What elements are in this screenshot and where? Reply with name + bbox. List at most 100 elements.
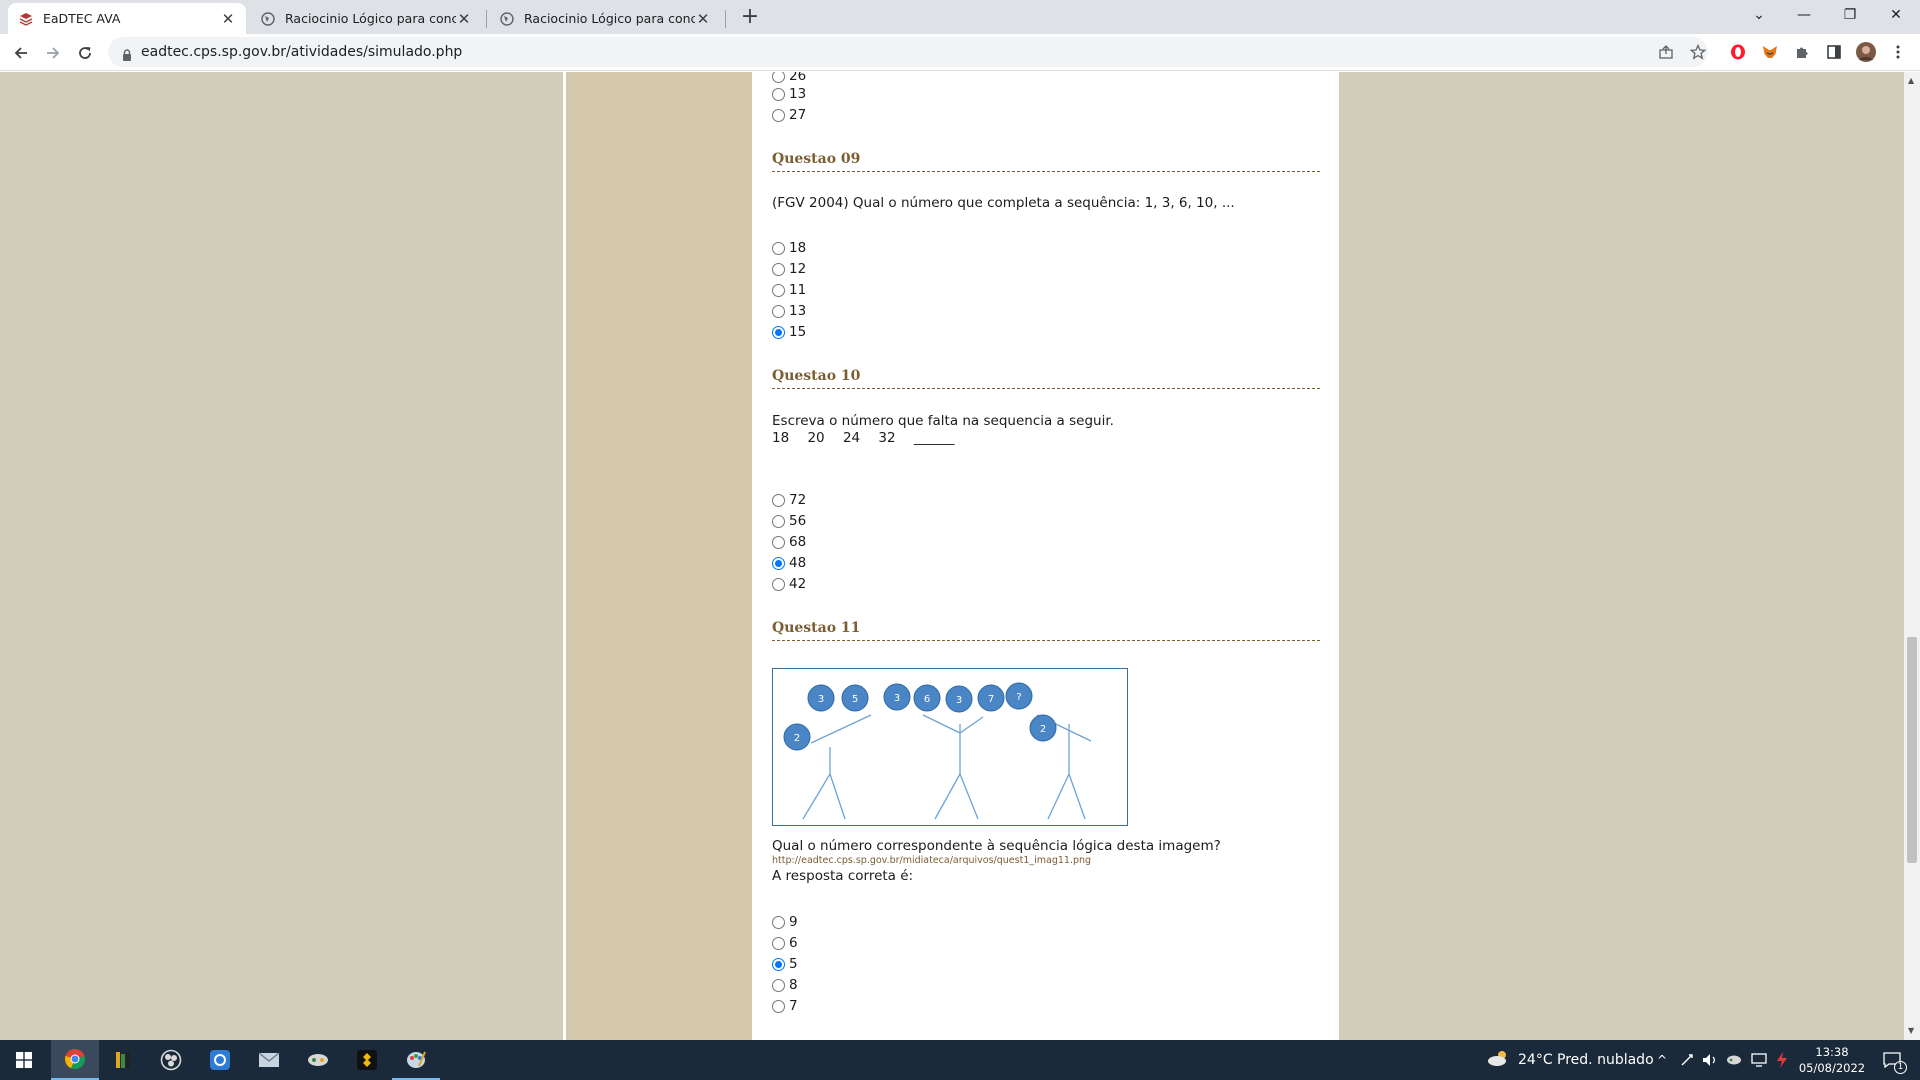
- image-link[interactable]: http://eadtec.cps.sp.gov.br/midiateca/ar…: [772, 855, 1091, 866]
- scroll-up-arrow-icon[interactable]: ▲: [1908, 76, 1914, 85]
- figure-circle: 2: [1029, 714, 1057, 742]
- mail-app-icon[interactable]: [245, 1040, 293, 1080]
- paint-app-icon[interactable]: [392, 1040, 440, 1080]
- radio-button[interactable]: [772, 304, 785, 318]
- close-window-icon[interactable]: ✕: [1873, 0, 1919, 30]
- option-row[interactable]: 8: [772, 976, 798, 994]
- option-row[interactable]: 68: [772, 533, 806, 551]
- radio-button[interactable]: [772, 999, 785, 1013]
- question-header: Questao 10: [772, 368, 1320, 389]
- tab-title: EaDTEC AVA: [43, 11, 121, 26]
- option-row[interactable]: 11: [772, 281, 806, 299]
- answer-prompt: A resposta correta é:: [772, 868, 914, 884]
- radio-button[interactable]: [772, 978, 785, 992]
- back-arrow-icon[interactable]: [7, 39, 35, 67]
- close-tab-icon[interactable]: ✕: [456, 10, 472, 28]
- share-icon[interactable]: [1656, 42, 1676, 62]
- radio-button[interactable]: [772, 936, 785, 950]
- figure-circle: 5: [841, 684, 869, 712]
- figure-circle: 3: [883, 683, 911, 711]
- radio-button[interactable]: [772, 577, 785, 591]
- tab-raciocinio-1[interactable]: Raciocinio Lógico para concursos ✕: [250, 3, 482, 34]
- menu-kebab-icon[interactable]: [1888, 42, 1908, 62]
- option-row[interactable]: 27: [772, 106, 806, 124]
- display-tray-icon[interactable]: [1751, 1040, 1767, 1080]
- option-row[interactable]: 48: [772, 554, 806, 572]
- option-row[interactable]: 5: [772, 955, 798, 973]
- side-panel-icon[interactable]: [1824, 42, 1844, 62]
- bookmark-star-icon[interactable]: [1688, 42, 1708, 62]
- question-text: (FGV 2004) Qual o número que completa a …: [772, 195, 1235, 211]
- radio-button[interactable]: [772, 241, 785, 255]
- option-label: 9: [789, 914, 798, 930]
- option-row[interactable]: 13: [772, 85, 806, 103]
- radio-button-selected[interactable]: [772, 325, 785, 339]
- radio-button-selected[interactable]: [772, 957, 785, 971]
- radio-button[interactable]: [772, 915, 785, 929]
- option-row[interactable]: 56: [772, 512, 806, 530]
- option-row[interactable]: 18: [772, 239, 806, 257]
- option-label: 12: [789, 261, 807, 277]
- weather-widget[interactable]: 24°C Pred. nublado: [1486, 1040, 1654, 1080]
- option-row[interactable]: 12: [772, 260, 806, 278]
- radio-button[interactable]: [772, 283, 785, 297]
- url-text: eadtec.cps.sp.gov.br/atividades/simulado…: [141, 44, 463, 60]
- scrollbar-thumb[interactable]: [1907, 637, 1917, 863]
- profile-avatar[interactable]: [1856, 42, 1876, 62]
- option-row[interactable]: 13: [772, 302, 806, 320]
- option-row[interactable]: 26: [772, 72, 806, 85]
- radio-button[interactable]: [772, 535, 785, 549]
- windows-start-icon[interactable]: [0, 1040, 48, 1080]
- lightning-tray-icon[interactable]: [1776, 1040, 1788, 1080]
- obs-app-icon[interactable]: [147, 1040, 195, 1080]
- tab-search-chevron-icon[interactable]: ⌄: [1736, 0, 1782, 30]
- binance-app-icon[interactable]: [343, 1040, 391, 1080]
- radio-button-selected[interactable]: [772, 556, 785, 570]
- new-tab-plus-icon[interactable]: +: [736, 3, 764, 31]
- tab-eadtec[interactable]: EaDTEC AVA ✕: [8, 3, 246, 34]
- close-tab-icon[interactable]: ✕: [695, 10, 711, 28]
- option-row[interactable]: 7: [772, 997, 798, 1015]
- option-row[interactable]: 42: [772, 575, 806, 593]
- page-scrollbar[interactable]: ▲ ▼: [1904, 72, 1920, 1040]
- notification-center-icon[interactable]: 1: [1878, 1040, 1907, 1080]
- clock[interactable]: 13:38 05/08/2022: [1796, 1040, 1868, 1080]
- chrome-taskbar-icon[interactable]: [51, 1040, 99, 1080]
- close-tab-icon[interactable]: ✕: [220, 10, 236, 28]
- forward-arrow-icon[interactable]: [39, 39, 67, 67]
- volume-icon[interactable]: [1702, 1040, 1718, 1080]
- option-row[interactable]: 6: [772, 934, 798, 952]
- blue-app-icon[interactable]: [196, 1040, 244, 1080]
- radio-button[interactable]: [772, 87, 785, 101]
- opera-extension-icon[interactable]: [1728, 42, 1748, 62]
- radio-button[interactable]: [772, 514, 785, 528]
- gamepad-tray-icon[interactable]: [1726, 1040, 1742, 1080]
- books-app-icon[interactable]: [99, 1040, 147, 1080]
- option-row[interactable]: 15: [772, 323, 806, 341]
- address-bar[interactable]: eadtec.cps.sp.gov.br/atividades/simulado…: [108, 37, 1708, 67]
- option-row[interactable]: 9: [772, 913, 798, 931]
- radio-button[interactable]: [772, 262, 785, 276]
- scroll-down-arrow-icon[interactable]: ▼: [1908, 1026, 1914, 1035]
- restore-icon[interactable]: ❐: [1827, 0, 1873, 30]
- left-frame-column: [566, 72, 752, 1040]
- radio-button[interactable]: [772, 108, 785, 122]
- show-hidden-icons-chevron-icon[interactable]: ^: [1657, 1040, 1667, 1080]
- option-label: 27: [789, 107, 807, 123]
- option-label: 48: [789, 555, 807, 571]
- radio-button[interactable]: [772, 72, 785, 83]
- option-label: 5: [789, 956, 798, 972]
- radio-button[interactable]: [772, 493, 785, 507]
- metamask-fox-icon[interactable]: [1760, 42, 1780, 62]
- question-text: Escreva o número que falta na sequencia …: [772, 413, 1114, 429]
- network-pen-icon[interactable]: [1680, 1040, 1694, 1080]
- gamepad-app-icon[interactable]: [294, 1040, 342, 1080]
- reload-icon[interactable]: [71, 39, 99, 67]
- svg-text:?: ?: [1016, 692, 1021, 703]
- svg-text:5: 5: [852, 694, 858, 705]
- minimize-icon[interactable]: —: [1781, 0, 1827, 30]
- extensions-puzzle-icon[interactable]: [1792, 42, 1812, 62]
- option-row[interactable]: 72: [772, 491, 806, 509]
- tab-raciocinio-2[interactable]: Raciocinio Lógico para concursos ✕: [489, 3, 721, 34]
- option-label: 8: [789, 977, 798, 993]
